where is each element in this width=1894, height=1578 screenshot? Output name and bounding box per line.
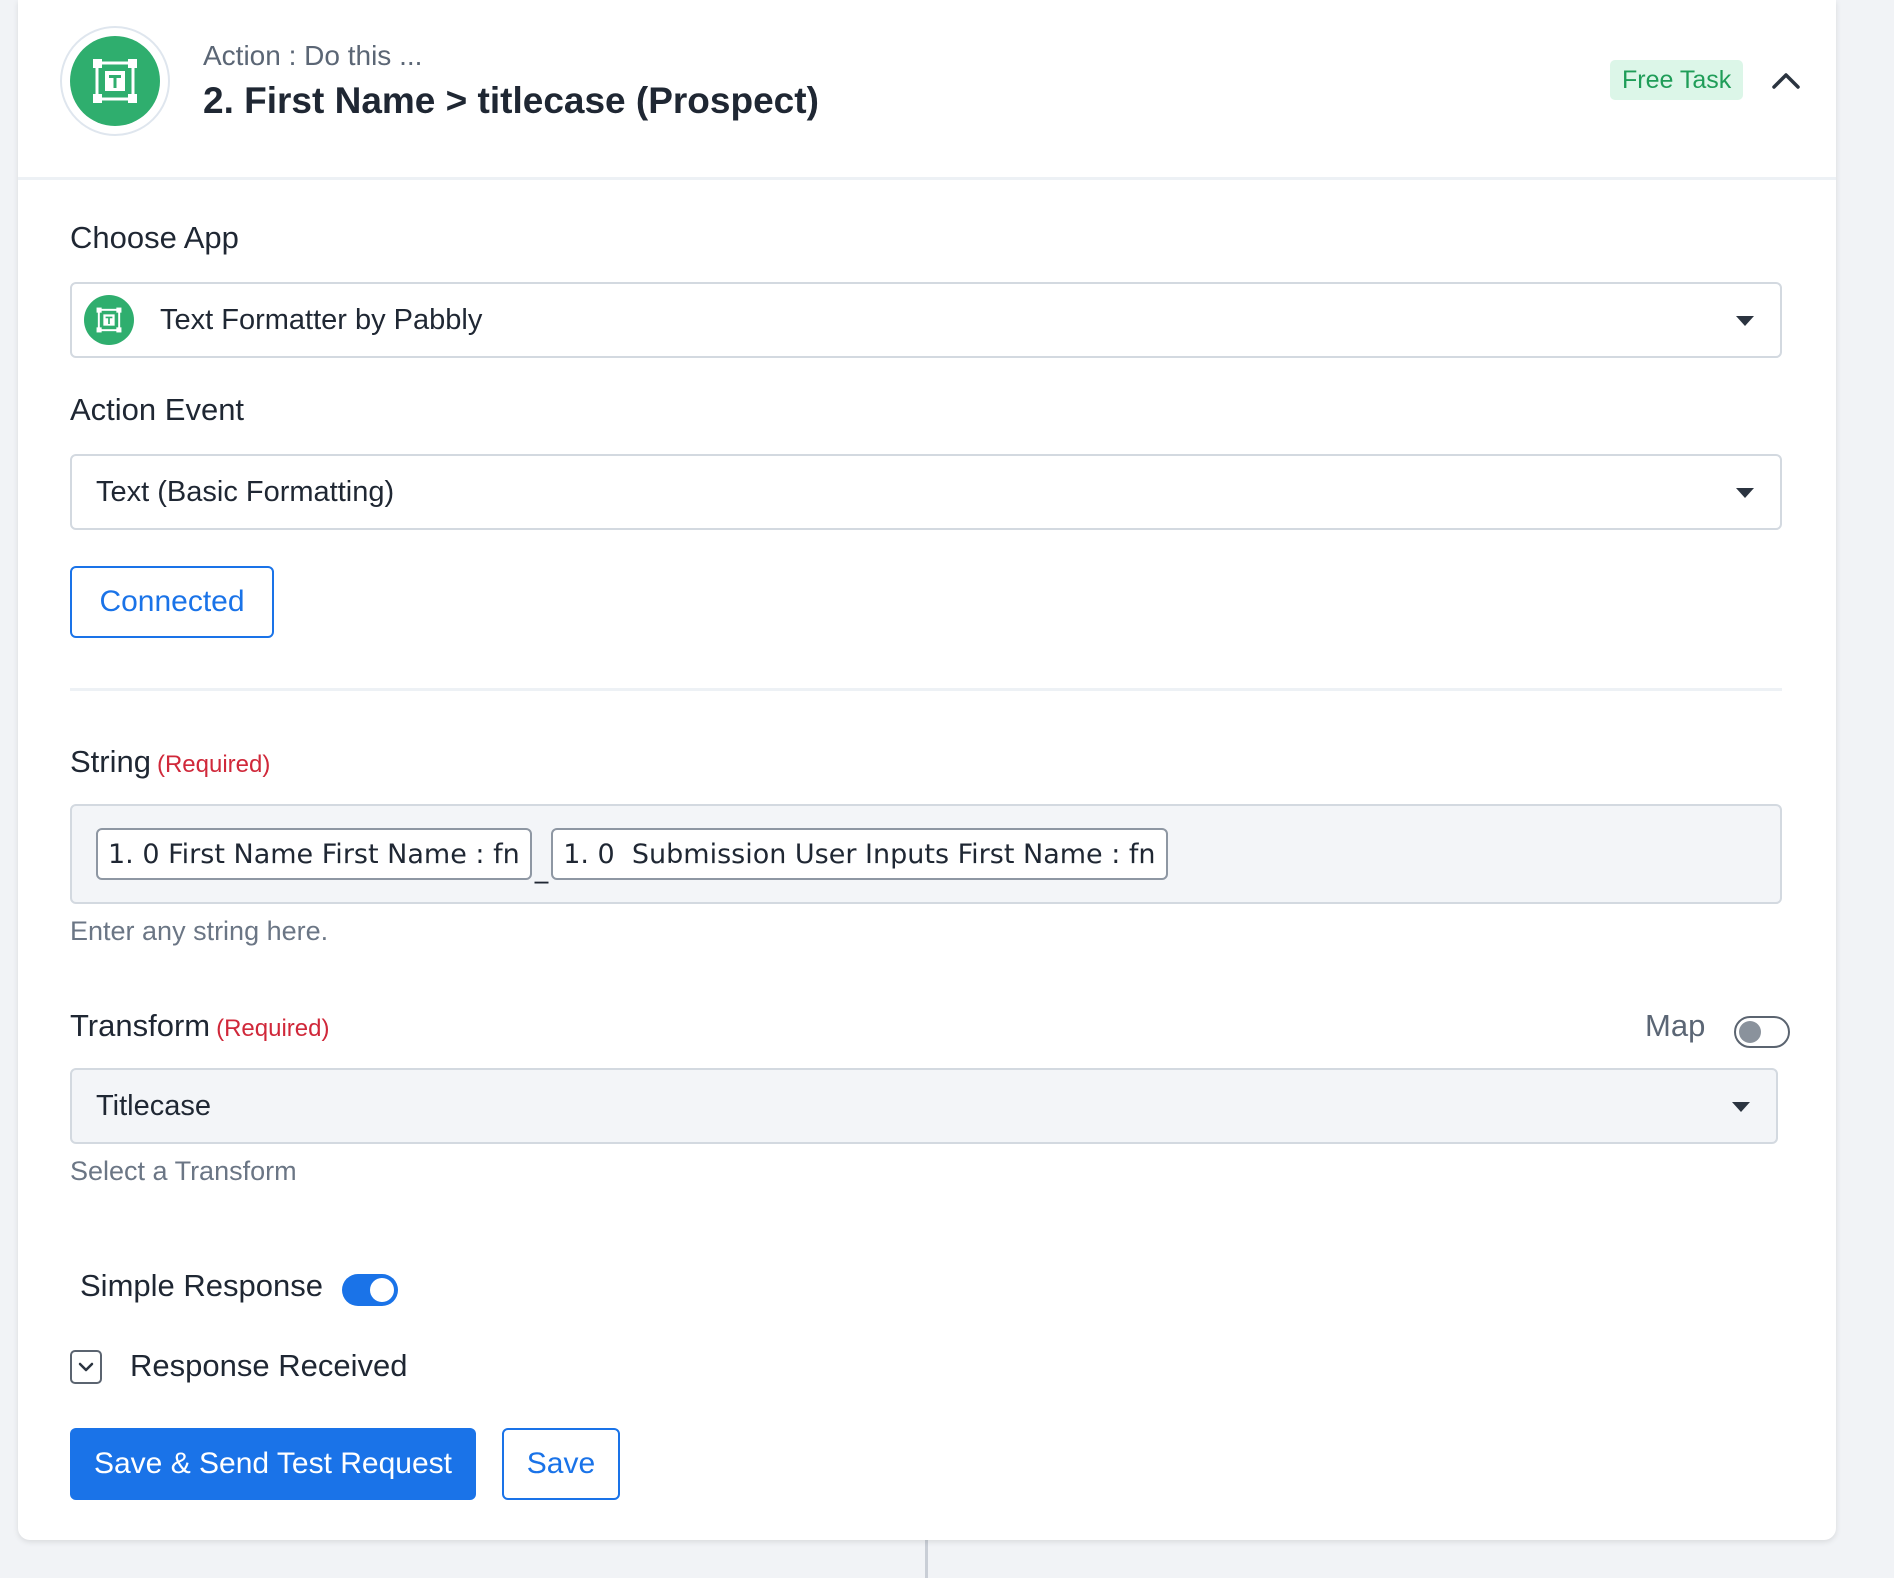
required-marker: (Required) — [156, 751, 271, 778]
caret-down-icon — [1732, 1102, 1750, 1112]
collapse-button[interactable] — [1766, 62, 1806, 98]
transform-value: Titlecase — [96, 1089, 211, 1122]
text-formatter-icon — [70, 36, 160, 126]
workflow-connector-line — [925, 1540, 928, 1578]
string-help-text: Enter any string here. — [70, 916, 329, 946]
chevron-down-icon — [78, 1362, 94, 1372]
string-label-text: String — [70, 744, 151, 779]
free-task-badge: Free Task — [1610, 60, 1744, 100]
required-marker: (Required) — [216, 1015, 330, 1042]
save-and-send-test-button[interactable]: Save & Send Test Request — [70, 1428, 476, 1500]
choose-app-value: Text Formatter by Pabbly — [160, 303, 483, 336]
response-received-label: Response Received — [130, 1348, 408, 1383]
text-formatter-icon — [84, 295, 134, 345]
action-event-label: Action Event — [70, 392, 245, 427]
choose-app-label: Choose App — [70, 220, 239, 255]
app-avatar — [60, 26, 170, 136]
toggle-knob — [370, 1278, 394, 1302]
transform-help-text: Select a Transform — [70, 1156, 297, 1186]
toggle-knob — [1739, 1021, 1761, 1043]
action-event-select[interactable]: Text (Basic Formatting) — [70, 454, 1782, 530]
section-divider — [70, 688, 1782, 691]
token-separator: _ — [534, 853, 549, 884]
map-label: Map — [1645, 1008, 1706, 1043]
chevron-up-icon — [1772, 73, 1800, 89]
simple-response-label: Simple Response — [80, 1268, 323, 1303]
step-title: 2. First Name > titlecase (Prospect) — [203, 80, 819, 121]
caret-down-icon — [1736, 488, 1754, 498]
mapped-field-token[interactable]: 1. 0 Submission User Inputs First Name :… — [551, 828, 1168, 880]
caret-down-icon — [1736, 316, 1754, 326]
step-subtitle: Action : Do this ... — [203, 40, 423, 71]
transform-select[interactable]: Titlecase — [70, 1068, 1778, 1144]
string-input[interactable]: 1. 0 First Name First Name : fn _ 1. 0 S… — [70, 804, 1782, 904]
map-toggle[interactable] — [1734, 1016, 1790, 1048]
choose-app-select[interactable]: Text Formatter by Pabbly — [70, 282, 1782, 358]
save-button[interactable]: Save — [502, 1428, 620, 1500]
mapped-field-token[interactable]: 1. 0 First Name First Name : fn — [96, 828, 532, 880]
step-header[interactable]: Action : Do this ... 2. First Name > tit… — [18, 0, 1836, 180]
connected-button[interactable]: Connected — [70, 566, 274, 638]
transform-label-text: Transform — [70, 1008, 211, 1043]
action-step-card: Action : Do this ... 2. First Name > tit… — [18, 0, 1836, 1540]
string-label: String (Required) — [70, 744, 270, 780]
simple-response-toggle[interactable] — [342, 1274, 398, 1306]
transform-label: Transform (Required) — [70, 1008, 329, 1044]
action-event-value: Text (Basic Formatting) — [96, 475, 395, 508]
response-received-expand[interactable] — [70, 1350, 102, 1384]
